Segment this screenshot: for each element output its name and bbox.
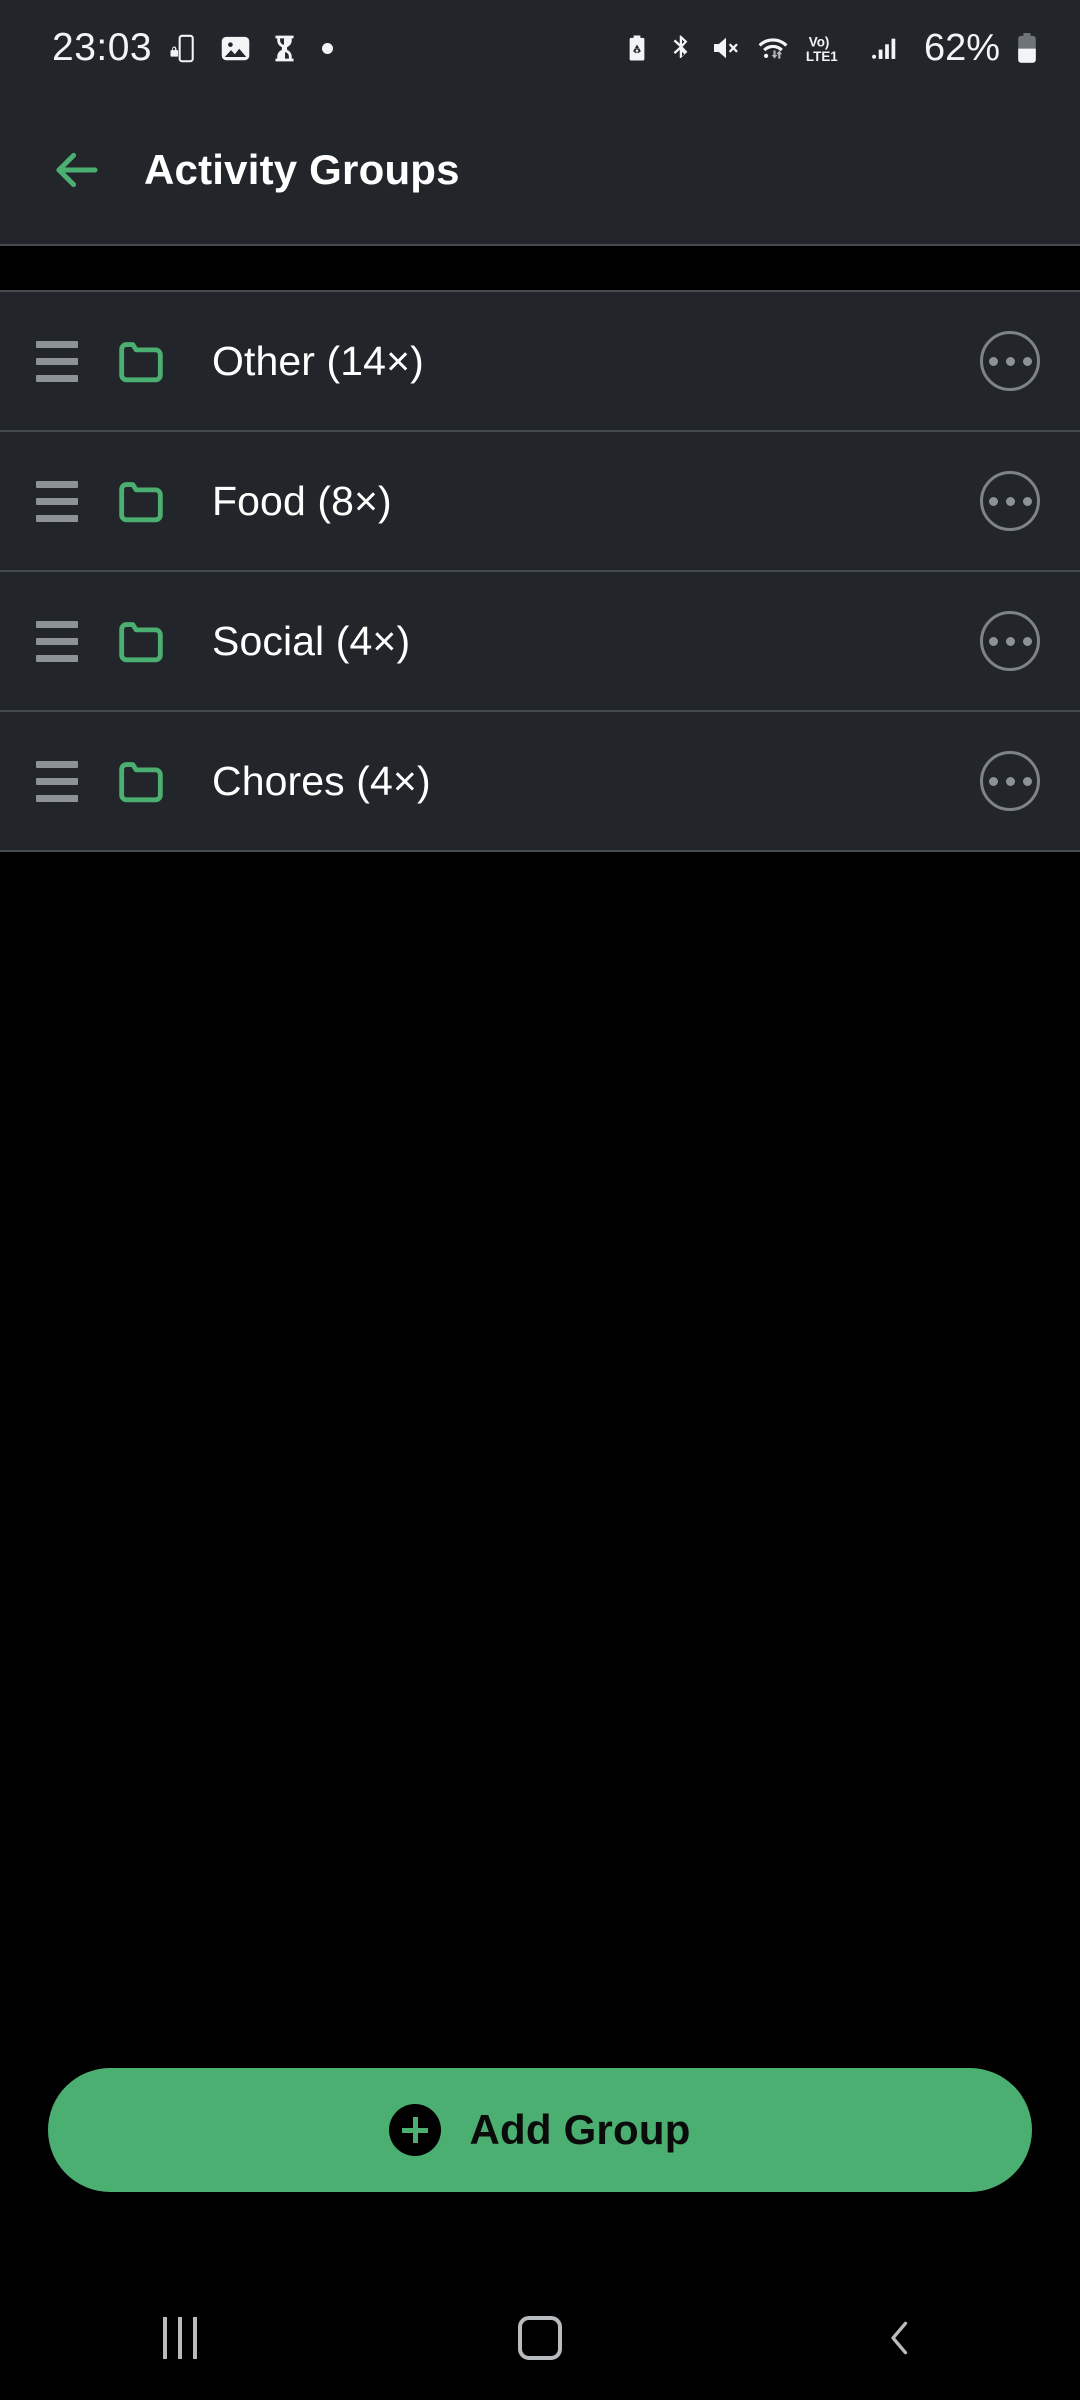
- status-bar-clock: 23:03: [52, 26, 153, 69]
- table-row[interactable]: Other (14×): [0, 292, 1080, 432]
- status-bar-left: 23:03: [52, 26, 334, 70]
- drag-handle-icon[interactable]: [36, 480, 78, 522]
- list-top-gap: [0, 244, 1080, 292]
- wifi-icon: [758, 38, 788, 59]
- overflow-menu-icon[interactable]: [980, 611, 1040, 671]
- status-bar-right: Vo) LTE1 62%: [622, 27, 1040, 70]
- drag-handle-icon[interactable]: [36, 620, 78, 662]
- table-row[interactable]: Food (8×): [0, 432, 1080, 572]
- dot-indicator-icon: [322, 42, 334, 54]
- add-group-container: Add Group: [0, 2068, 1080, 2276]
- image-icon: [221, 36, 250, 60]
- home-icon[interactable]: [360, 2276, 720, 2400]
- plus-circle-icon: [389, 2104, 442, 2156]
- table-row[interactable]: Chores (4×): [0, 712, 1080, 852]
- system-nav-bar: [0, 2276, 1080, 2400]
- back-icon[interactable]: [720, 2276, 1080, 2400]
- battery-percent-label: 62%: [923, 26, 1000, 69]
- group-name-label: Social (4×): [212, 617, 411, 664]
- drag-handle-icon[interactable]: [36, 340, 78, 382]
- folder-icon: [112, 332, 170, 390]
- add-group-label: Add Group: [469, 2106, 691, 2153]
- empty-content-area: [0, 852, 1080, 2068]
- group-name-label: Chores (4×): [212, 757, 431, 804]
- add-group-button[interactable]: Add Group: [48, 2068, 1032, 2192]
- signal-bars-icon: [872, 38, 896, 59]
- screen-lock-rotation-icon: [170, 34, 194, 62]
- activity-groups-list: Other (14×) Food (8×) Social (4×) Chores…: [0, 292, 1080, 852]
- bluetooth-icon: [673, 35, 688, 58]
- group-name-label: Other (14×): [212, 337, 424, 384]
- battery-icon: [1018, 32, 1036, 63]
- overflow-menu-icon[interactable]: [980, 331, 1040, 391]
- status-bar: 23:03 Vo) LTE1 62%: [0, 0, 1080, 96]
- table-row[interactable]: Social (4×): [0, 572, 1080, 712]
- mute-icon: [713, 37, 738, 59]
- page-title: Activity Groups: [144, 146, 460, 193]
- battery-saver-icon: [629, 35, 645, 61]
- overflow-menu-icon[interactable]: [980, 751, 1040, 811]
- folder-icon: [112, 752, 170, 810]
- svg-text:Vo): Vo): [809, 35, 830, 50]
- overflow-menu-icon[interactable]: [980, 471, 1040, 531]
- group-name-label: Food (8×): [212, 477, 392, 524]
- folder-icon: [112, 472, 170, 530]
- app-bar: Activity Groups: [0, 96, 1080, 244]
- back-arrow-icon[interactable]: [44, 137, 110, 203]
- phone-screen: 23:03 Vo) LTE1 62% Activity Groups Other…: [0, 0, 1080, 2400]
- svg-text:LTE1: LTE1: [806, 49, 838, 64]
- recents-icon[interactable]: [0, 2276, 360, 2400]
- hourglass-icon: [275, 35, 294, 61]
- folder-icon: [112, 612, 170, 670]
- volte-lte1-icon: Vo) LTE1: [806, 35, 838, 64]
- drag-handle-icon[interactable]: [36, 760, 78, 802]
